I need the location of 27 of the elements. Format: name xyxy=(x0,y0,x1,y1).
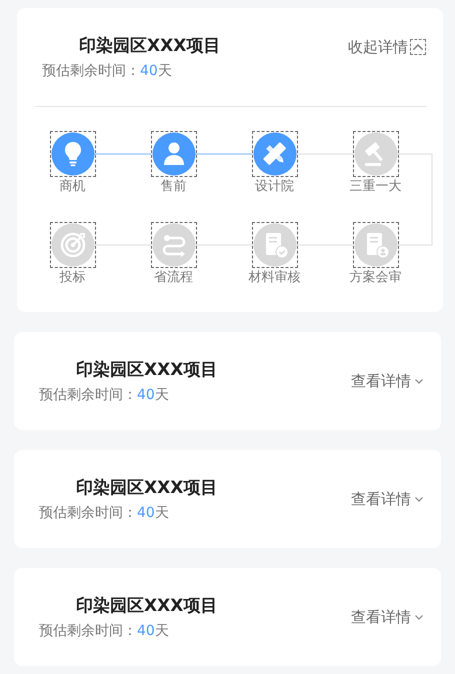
step-label: 投标 xyxy=(60,269,86,286)
remaining-time: 预估剩余时间：40天 xyxy=(39,386,170,404)
remaining-time: 预估剩余时间：40天 xyxy=(42,62,173,80)
project-title: 印染园区XXX项目 xyxy=(76,595,218,617)
project-title: 印染园区XXX项目 xyxy=(76,477,218,499)
view-details-link[interactable]: 查看详情 xyxy=(351,372,411,390)
project-title: 印染园区XXX项目 xyxy=(79,35,220,57)
connector-line xyxy=(94,153,152,155)
bulb-icon[interactable] xyxy=(50,132,94,176)
step-label: 三重一大 xyxy=(350,178,402,195)
project-title: 印染园区XXX项目 xyxy=(76,359,218,381)
remaining-time: 预估剩余时间：40天 xyxy=(39,622,170,640)
step-label: 设计院 xyxy=(255,178,294,195)
view-details-link[interactable]: 查看详情 xyxy=(351,608,411,626)
step-label: 省流程 xyxy=(154,269,193,286)
connector-line xyxy=(196,153,252,155)
view-details-link[interactable]: 查看详情 xyxy=(351,490,411,508)
step-label: 售前 xyxy=(160,178,186,195)
person-icon[interactable] xyxy=(152,132,196,176)
ruler-pencil-icon[interactable] xyxy=(252,132,296,176)
step-label: 商机 xyxy=(60,178,86,195)
collapse-details-link[interactable]: 收起详情 xyxy=(348,38,408,56)
chevron-up-icon[interactable] xyxy=(410,39,426,55)
step-label: 方案会审 xyxy=(350,269,402,286)
document-check-icon[interactable] xyxy=(252,223,296,267)
remaining-time: 预估剩余时间：40天 xyxy=(39,504,170,522)
step-label: 材料审核 xyxy=(248,269,300,286)
